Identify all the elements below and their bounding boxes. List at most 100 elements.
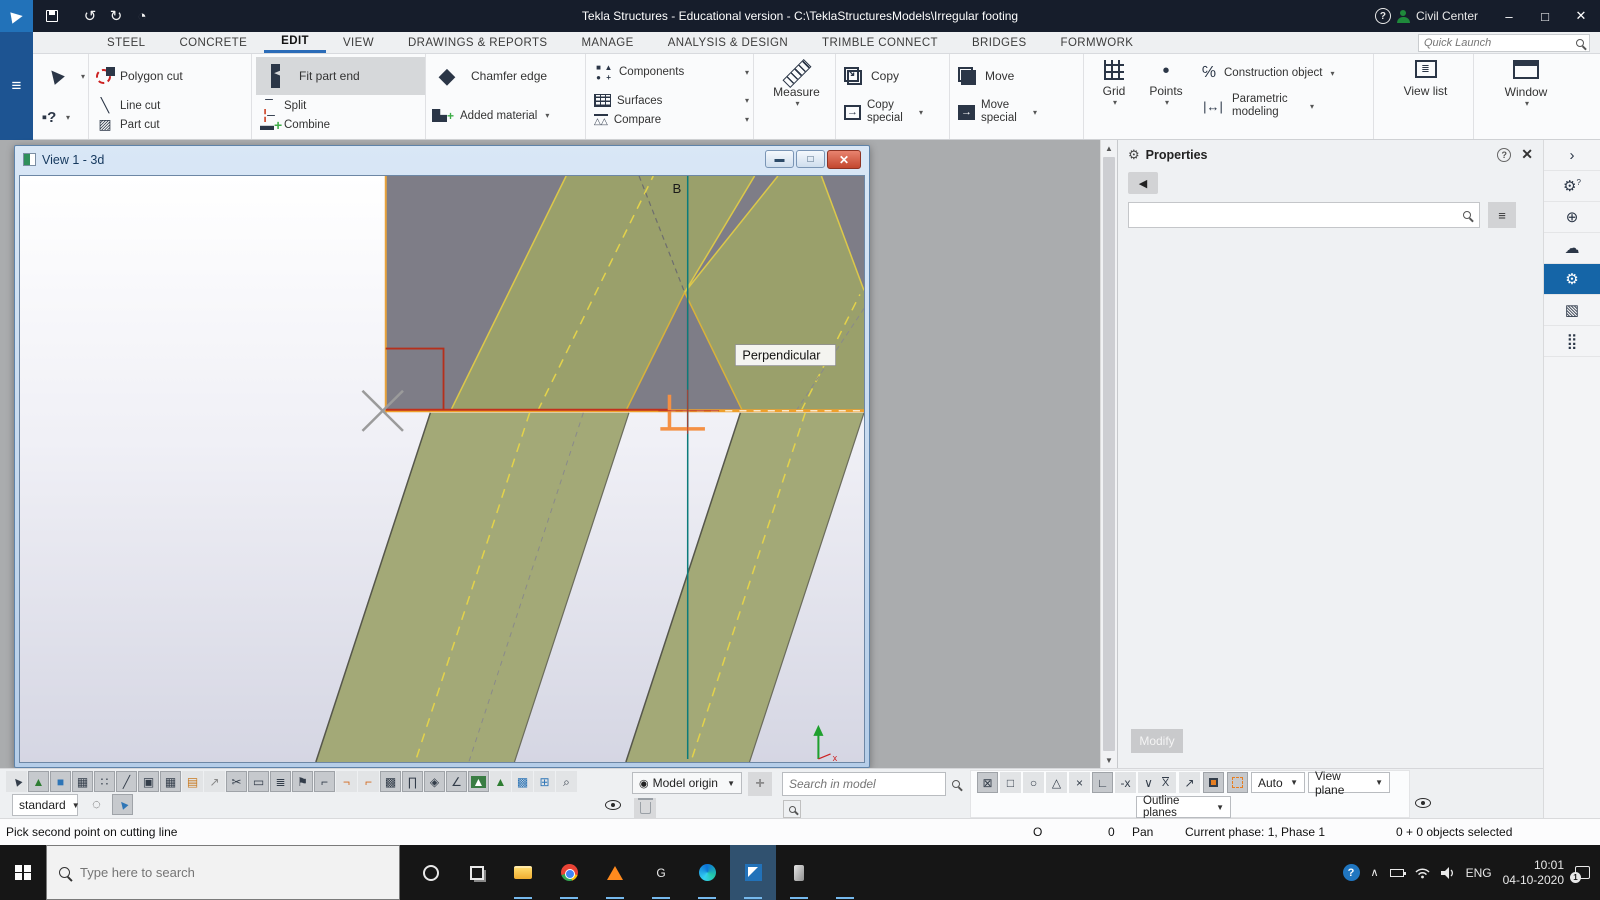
view-minimize-button[interactable]: ▬ (765, 150, 794, 168)
search-options-button[interactable] (783, 800, 801, 818)
tray-expand-chevron[interactable]: ∧ (1371, 866, 1379, 879)
scroll-down-arrow[interactable]: ▼ (1101, 752, 1117, 768)
part-cut-button[interactable]: ▨ Part cut (92, 116, 251, 133)
panel-model-button[interactable]: ▧ (1544, 295, 1600, 326)
select-flags-button[interactable]: ⚑ (292, 771, 313, 792)
select-grid-lines-button[interactable]: ▦ (160, 771, 181, 792)
modify-button[interactable]: Modify (1131, 729, 1183, 753)
help-tray-icon[interactable]: ? (1342, 864, 1360, 881)
select-objects-3d-button[interactable]: ▣ (138, 771, 159, 792)
taskbar-vlc[interactable] (592, 845, 638, 900)
snap-visibility-eye-icon[interactable] (1415, 797, 1431, 811)
taskbar-satellite-app[interactable] (822, 845, 868, 900)
select-components-pattern-button[interactable]: ▩ (512, 771, 533, 792)
zoom-select-button[interactable]: ⌕ (556, 771, 577, 792)
user-name[interactable]: Civil Center (1416, 9, 1478, 23)
select-areas-button[interactable]: ▲ (468, 771, 489, 792)
combine-button[interactable]: ▬+ Combine (256, 116, 425, 133)
taskbar-phone[interactable] (776, 845, 822, 900)
snap-depth-dropdown[interactable]: Auto ▼ (1251, 772, 1305, 793)
select-reference-button[interactable]: ↗ (204, 771, 225, 792)
snap-plane-dropdown[interactable]: View plane ▼ (1308, 769, 1390, 797)
select-cursor-button[interactable]: ► (6, 771, 27, 792)
view-window[interactable]: View 1 - 3d ▬ □ ✕ B Perpendicular x (14, 145, 870, 768)
fit-part-end-button[interactable]: Fit part end (256, 57, 425, 95)
polygon-cut-button[interactable]: Polygon cut (92, 57, 251, 95)
save-button[interactable] (39, 5, 65, 27)
select-grid-planes-button[interactable]: ▤ (182, 771, 203, 792)
taskbar-file-explorer[interactable] (500, 845, 546, 900)
ortho-indicator[interactable]: O (1033, 825, 1042, 839)
select-joints-button[interactable]: ⌐ (358, 771, 379, 792)
compare-button[interactable]: △△ Compare ▾ (590, 111, 753, 128)
scroll-up-arrow[interactable]: ▲ (1101, 140, 1117, 156)
snap-center-points-button[interactable]: ○ (1023, 772, 1044, 793)
copy-special-button[interactable]: → Copy special ▾ (840, 97, 949, 127)
quick-launch-input[interactable] (1424, 37, 1576, 49)
ortho-toggle-button[interactable] (1203, 772, 1224, 793)
smart-select-toggle[interactable]: ► (112, 794, 133, 815)
language-indicator[interactable]: ENG (1466, 866, 1492, 880)
model-search-input[interactable] (789, 777, 946, 791)
tab-formwork[interactable]: FORMWORK (1044, 32, 1151, 53)
panel-cloud-button[interactable]: ☁ (1544, 233, 1600, 264)
taskbar-cortana[interactable] (408, 845, 454, 900)
taskbar-search[interactable] (46, 845, 400, 900)
window-button[interactable]: Window ▾ (1478, 54, 1574, 139)
view-list-button[interactable]: ≣ View list (1378, 54, 1474, 139)
3d-viewport[interactable]: B Perpendicular x (19, 175, 865, 763)
construction-object-button[interactable]: ℅ Construction object ▾ (1196, 58, 1373, 88)
start-button[interactable] (0, 845, 46, 900)
select-welds-secondary-button[interactable]: ¬ (336, 771, 357, 792)
tab-concrete[interactable]: CONCRETE (162, 32, 264, 53)
move-button[interactable]: ↘ Move (954, 57, 1083, 95)
restore-button[interactable]: □ (1530, 3, 1560, 29)
grid-button[interactable]: Grid ▾ (1088, 54, 1140, 139)
model-origin-dropdown[interactable]: ◉ Model origin ▼ (632, 772, 742, 794)
properties-menu-button[interactable]: ≡ (1488, 202, 1516, 228)
taskbar-chrome[interactable] (546, 845, 592, 900)
tab-view[interactable]: VIEW (326, 32, 391, 53)
properties-search-input[interactable] (1137, 208, 1463, 222)
snap-geometry-points-button[interactable]: □ (1000, 772, 1021, 793)
chamfer-edge-button[interactable]: ◆ Chamfer edge (428, 57, 585, 95)
undo-button[interactable]: ↺ (77, 5, 103, 27)
taskbar-clock[interactable]: 10:01 04-10-2020 (1503, 858, 1564, 888)
snap-grid-toggle[interactable]: ◌ (86, 794, 107, 815)
panel-settings-button[interactable]: ⚙ (1544, 264, 1600, 295)
select-views-button[interactable]: ▭ (248, 771, 269, 792)
taskbar-gom-player[interactable]: G (638, 845, 684, 900)
select-single-point-button[interactable]: ▲ (490, 771, 511, 792)
tab-drawings-reports[interactable]: DRAWINGS & REPORTS (391, 32, 564, 53)
history-button[interactable]: ◔ (129, 5, 155, 27)
properties-search[interactable] (1128, 202, 1480, 228)
model-search[interactable] (782, 772, 960, 796)
selection-preset-dropdown[interactable]: standard ▼ (12, 794, 80, 816)
app-menu-strip[interactable]: ≡ (0, 32, 33, 140)
copy-button[interactable]: ↘ Copy (840, 57, 949, 95)
add-origin-button[interactable]: + (748, 772, 772, 796)
scrollbar-thumb[interactable] (1103, 157, 1115, 751)
move-special-button[interactable]: → Move special ▾ (954, 97, 1083, 127)
select-surfaces-button[interactable]: ■ (50, 771, 71, 792)
select-distances-button[interactable]: ∠ (446, 771, 467, 792)
action-center-icon[interactable]: 1 (1570, 866, 1590, 883)
tab-edit[interactable]: EDIT (264, 32, 326, 53)
battery-icon[interactable] (1389, 868, 1406, 877)
wifi-icon[interactable] (1415, 867, 1430, 879)
snap-any-position-button[interactable]: X (1155, 772, 1176, 793)
panel-settings-search-button[interactable]: ⚙? (1544, 171, 1600, 202)
select-cuts-button[interactable]: ✂ (226, 771, 247, 792)
taskbar-edge[interactable] (684, 845, 730, 900)
redo-button[interactable]: ↻ (103, 5, 129, 27)
select-points-button[interactable]: ∷ (94, 771, 115, 792)
snap-intersections-button[interactable]: × (1069, 772, 1090, 793)
surfaces-button[interactable]: Surfaces ▾ (590, 92, 753, 109)
parametric-modeling-button[interactable]: |↔| Parametric modeling ▾ (1196, 90, 1373, 122)
tab-bridges[interactable]: BRIDGES (955, 32, 1044, 53)
select-fittings-button[interactable]: ≣ (270, 771, 291, 792)
panel-web-button[interactable]: ⊕ (1544, 202, 1600, 233)
select-grid-button[interactable]: ▦ (72, 771, 93, 792)
view-restore-button[interactable]: □ (796, 150, 825, 168)
visibility-eye-icon[interactable] (605, 799, 621, 813)
